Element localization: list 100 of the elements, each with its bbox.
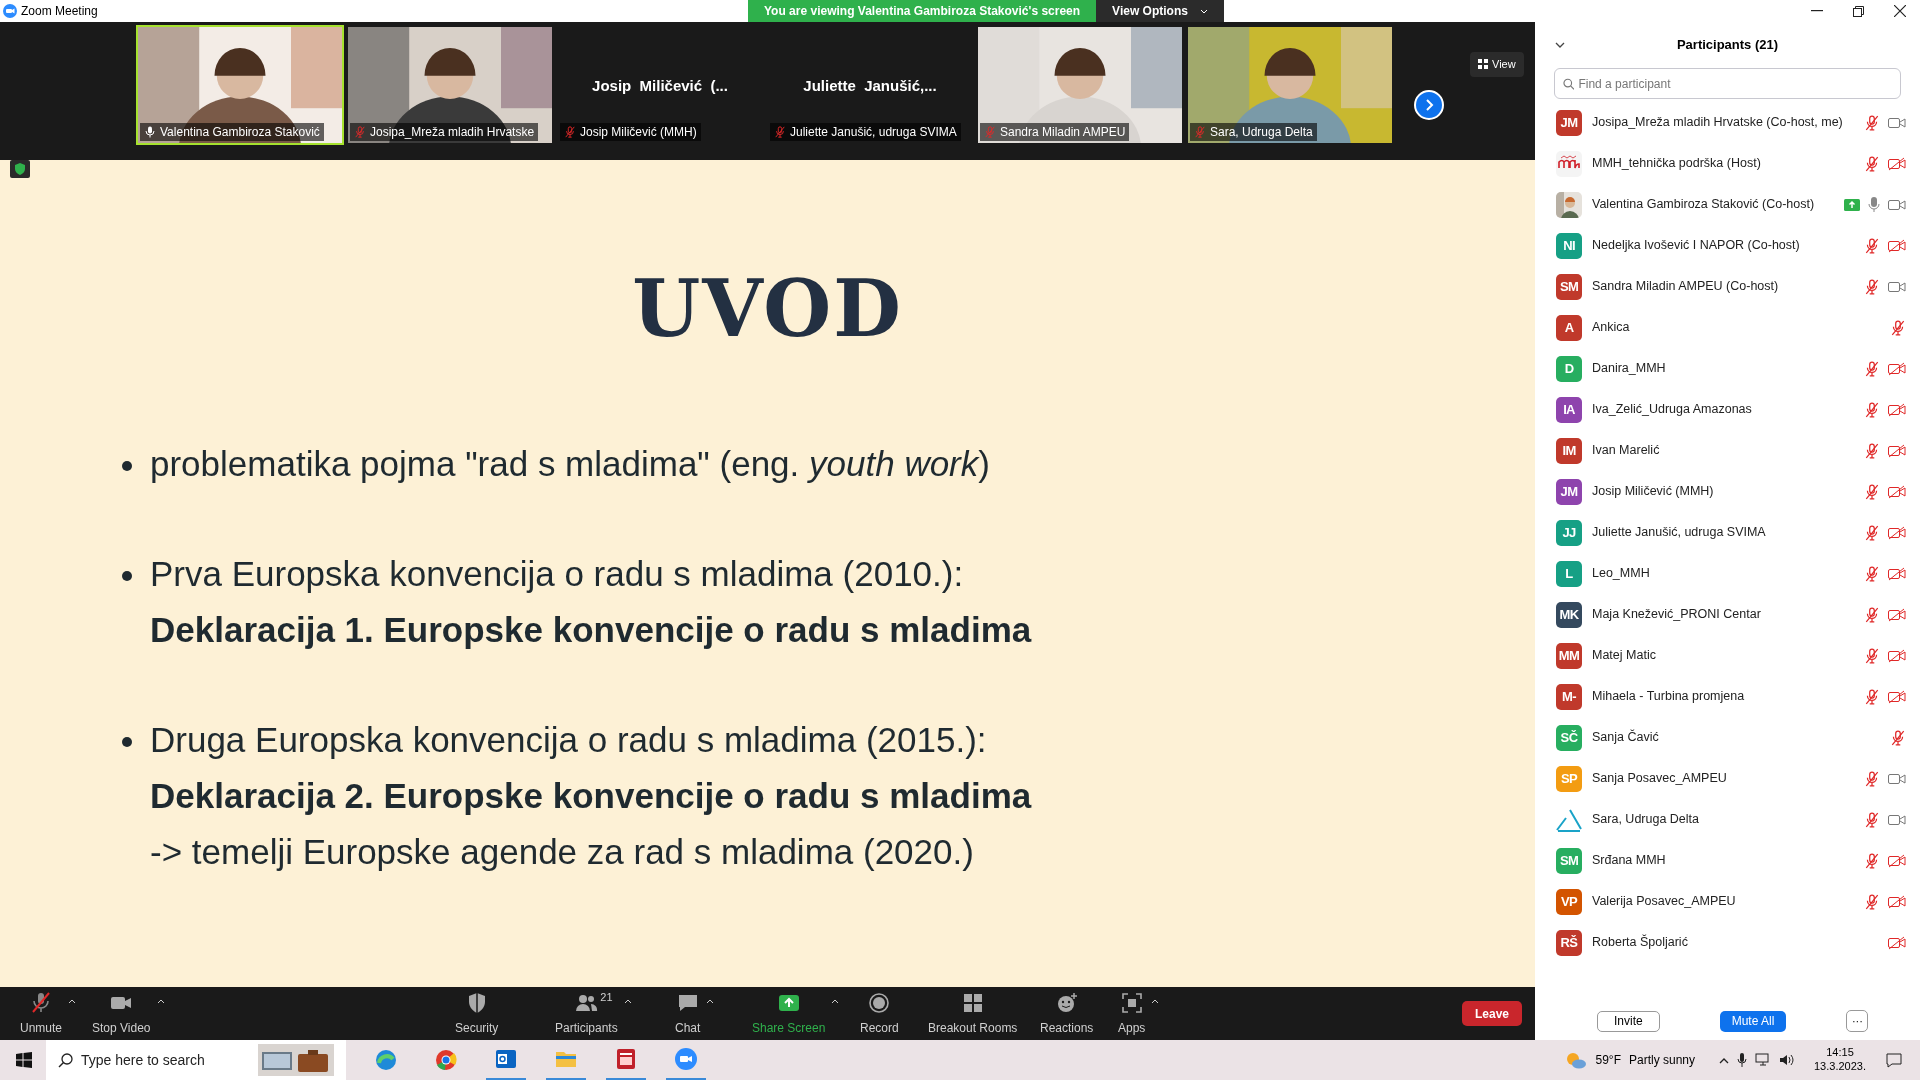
name-label: Juliette Janušić, udruga SVIMA	[770, 123, 961, 141]
avatar: M-	[1556, 683, 1582, 710]
view-options-button[interactable]: View Options	[1096, 0, 1224, 22]
muted-microphone-icon	[564, 126, 576, 138]
avatar: D	[1556, 355, 1582, 382]
participant-name: Sara, Udruga Delta	[1592, 811, 1699, 829]
toolbar-button[interactable]: Apps	[1118, 991, 1146, 1037]
microphone-icon[interactable]	[1737, 1052, 1747, 1068]
name-label: Josip Miličević (MMH)	[560, 123, 701, 141]
notification-icon[interactable]	[1886, 1052, 1902, 1068]
participant-name: Leo_MMH	[1592, 565, 1650, 583]
caret-icon	[1199, 8, 1208, 14]
avatar: SČ	[1556, 724, 1582, 751]
bullet-icon	[122, 737, 132, 747]
video-tile[interactable]: Sara, Udruga Delta	[1186, 25, 1394, 145]
apps-icon	[1119, 991, 1144, 1015]
toolbar-button[interactable]: Chat	[675, 991, 701, 1037]
next-page-button[interactable]	[1414, 90, 1444, 120]
toolbar-button[interactable]: Unmute	[20, 991, 63, 1037]
participant-name: Roberta Špoljarić	[1592, 933, 1688, 952]
caret-icon[interactable]	[831, 999, 840, 1004]
avatar: RŠ	[1556, 929, 1582, 956]
name-label: Valentina Gambiroza Staković	[140, 123, 324, 141]
avatar: SM	[1556, 847, 1582, 874]
muted-microphone-icon	[354, 126, 366, 138]
participant-name: Sandra Miladin AMPEU (Co-host)	[1592, 278, 1779, 296]
muted-microphone-icon	[1194, 126, 1206, 138]
avatar: SP	[1556, 765, 1582, 792]
microphone-icon	[144, 126, 156, 138]
toolbar-button[interactable]: Security	[455, 991, 499, 1037]
muted-microphone-icon	[29, 991, 53, 1015]
toolbar-button[interactable]: Breakout Rooms	[928, 991, 1018, 1037]
chevron-up-icon[interactable]	[1719, 1056, 1729, 1064]
edge-icon	[374, 1048, 398, 1072]
name-label: Sandra Miladin AMPEU	[980, 123, 1130, 141]
minimize-icon[interactable]	[1811, 10, 1823, 12]
slide-title: UVOD	[631, 262, 904, 356]
app-logo-icon	[3, 4, 17, 18]
avatar: IA	[1556, 396, 1582, 423]
slide-text: Deklaracija 2. Europske konvencije o radu s mladima	[150, 775, 1032, 817]
close-icon[interactable]	[1894, 5, 1906, 17]
mail-app-icon	[494, 1047, 518, 1071]
search-icon	[58, 1052, 73, 1068]
window-title: Zoom Meeting	[21, 3, 98, 20]
start-icon[interactable]	[16, 1052, 32, 1068]
avatar: VP	[1556, 888, 1582, 915]
view-button[interactable]: View	[1470, 52, 1524, 77]
collapse-icon[interactable]	[1555, 41, 1565, 49]
name-label: Sara, Udruga Delta	[1190, 123, 1317, 141]
participant-name-heading: Josip Miličević (...	[591, 76, 729, 96]
mute-all-button[interactable]: Mute All	[1719, 1010, 1787, 1032]
weather-text: Partly sunny	[1628, 1052, 1695, 1069]
taskbar-search-field[interactable]: Type here to search	[46, 1040, 346, 1080]
avatar: JM	[1556, 478, 1582, 505]
participant-name: Josipa_Mreža mladih Hrvatske (Co-host, me)	[1592, 114, 1843, 132]
toolbar-button[interactable]: 21 Participants	[555, 991, 618, 1037]
bullet-icon	[122, 571, 132, 581]
avatar: A	[1556, 314, 1582, 341]
participant-name-heading: Juliette Janušić,...	[802, 76, 938, 96]
toolbar-button[interactable]: Reactions	[1040, 991, 1094, 1037]
network-icon[interactable]	[1755, 1053, 1771, 1067]
participant-name: Iva_Zelić_Udruga Amazonas	[1592, 401, 1752, 419]
panel-title: Participants (21)	[1676, 36, 1779, 55]
participant-name: Mihaela - Turbina promjena	[1592, 688, 1745, 706]
video-tile[interactable]: Valentina Gambiroza Staković	[136, 25, 344, 145]
video-app-icon	[674, 1047, 698, 1071]
video-tile[interactable]: Sandra Miladin AMPEU	[976, 25, 1184, 145]
caret-icon[interactable]	[1151, 999, 1160, 1004]
toolbar-button[interactable]: Stop Video	[92, 991, 151, 1037]
speaker-icon[interactable]	[1779, 1053, 1794, 1067]
toolbar-button[interactable]: Share Screen	[752, 991, 826, 1037]
search-icon	[1563, 77, 1575, 90]
temperature: 59°F	[1595, 1052, 1621, 1069]
avatar: JJ	[1556, 519, 1582, 546]
slide-text: problematika pojma "rad s mladima" (eng. youth work)	[150, 443, 990, 485]
leave-button[interactable]: Leave	[1462, 1001, 1522, 1026]
muted-microphone-icon	[774, 126, 786, 138]
participant-name: Sanja Posavec_AMPEU	[1592, 770, 1727, 788]
participant-count: 21	[600, 990, 613, 1005]
caret-icon[interactable]	[706, 999, 715, 1004]
name-label: Josipa_Mreža mladih Hrvatske	[350, 123, 539, 141]
avatar: MM	[1556, 642, 1582, 669]
search-input[interactable]: Find a participant	[1578, 74, 1892, 93]
more-button[interactable]: ···	[1846, 1010, 1869, 1032]
caret-icon[interactable]	[68, 999, 77, 1004]
caret-icon[interactable]	[623, 999, 632, 1004]
record-icon	[867, 991, 892, 1015]
share-banner: You are viewing Valentina Gambiroza Staković's screen	[748, 0, 1097, 22]
participant-name: Josip Miličević (MMH)	[1592, 483, 1714, 501]
search-input[interactable]: Type here to search	[81, 1049, 231, 1071]
participant-name: Danira_MMH	[1592, 360, 1666, 378]
toolbar-button[interactable]: Record	[860, 991, 899, 1037]
weather-icon	[1565, 1051, 1588, 1069]
participant-name: Maja Knežević_PRONI Centar	[1592, 606, 1761, 624]
video-tile[interactable]: Josipa_Mreža mladih Hrvatske	[346, 25, 554, 145]
invite-button[interactable]: Invite	[1597, 1010, 1660, 1032]
restore-icon[interactable]	[1853, 5, 1864, 17]
avatar: IM	[1556, 437, 1582, 464]
search-field[interactable]: Find a participant	[1554, 68, 1901, 99]
caret-icon[interactable]	[156, 999, 165, 1004]
